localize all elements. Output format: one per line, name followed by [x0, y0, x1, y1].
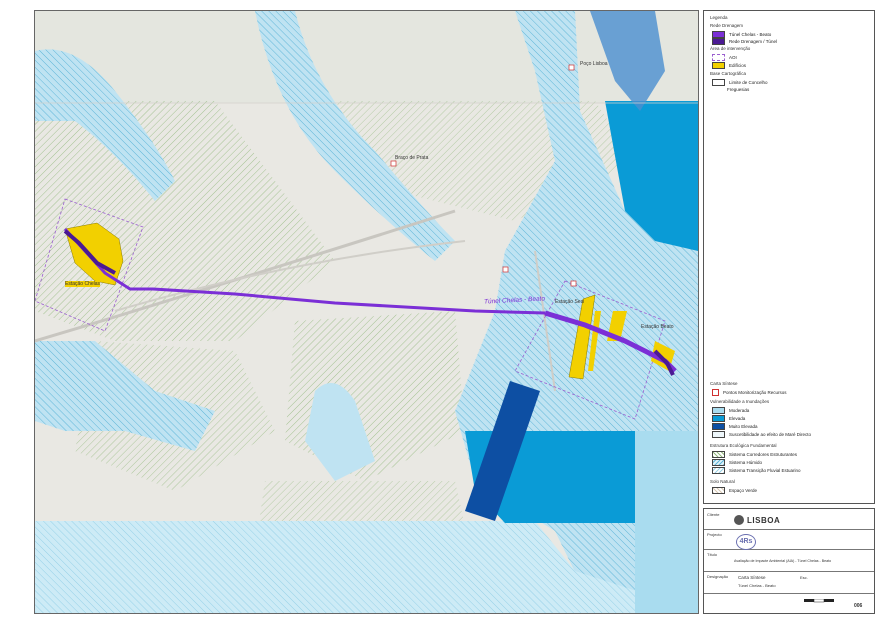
legend-section-header: Solo Natural [710, 479, 735, 484]
legend-swatch [712, 423, 725, 430]
map-svg [35, 11, 698, 613]
legend-swatch [712, 431, 725, 438]
legend-item-label: Rede Drenagem / Túnel [729, 39, 777, 44]
drawing-label: Designação [707, 574, 729, 579]
legend-item-label: AOI [729, 55, 737, 60]
title-text: Avaliação de Impacte Ambiental (AIA) - T… [734, 559, 832, 563]
legend-section-header: Área de intervenção [710, 46, 751, 51]
legend-swatch [712, 79, 725, 86]
legend-item-label: Freguesias [727, 87, 750, 92]
legend-panel: Legenda Rede Drenagem Túnel Chelas - Bea… [703, 10, 875, 504]
legend-item-label: Elevada [729, 416, 746, 421]
legend-item-label: Suscetibilidade ao efeito de Maré Direct… [729, 432, 812, 437]
legend-section-header: Base Cartográfica [710, 71, 747, 76]
map-canvas[interactable]: Estação Chelas Estação Beato Braço de Pr… [34, 10, 699, 614]
legend-section-header: Vulnerabilidade a Inundações [710, 399, 770, 404]
title-block: Cliente Projecto Título Avaliação de Imp… [703, 508, 875, 614]
legend-section-header: Carta Síntese [710, 381, 738, 386]
legend-item-label: Sistema Transição Fluvial Estuarino [729, 468, 801, 473]
legend-item-label: Limite de Concelho [729, 80, 768, 85]
map-label-beato: Estação Beato [641, 324, 674, 330]
legend-item-label: Túnel Chelas - Beato [729, 32, 772, 37]
sheet-text: Túnel Chelas - Beato [738, 583, 776, 588]
scale-label: Esc. [800, 575, 808, 580]
legend-item-label: Moderada [729, 408, 750, 413]
legend-section-header: Estrutura Ecológica Fundamental [710, 443, 777, 448]
project-label: Projecto [707, 532, 722, 537]
legend-swatch [712, 451, 725, 458]
scale-bar [804, 599, 834, 603]
drawing-text: Carta Síntese [738, 575, 766, 580]
legend-item-label: Edifícios [729, 63, 747, 68]
legend-swatch [712, 38, 725, 45]
legend-swatch [712, 459, 725, 466]
map-label-poco: Poço Lisboa [580, 61, 608, 67]
legend-swatch [712, 407, 725, 414]
sheet-number: 006 [854, 603, 863, 609]
legend-swatch [712, 487, 725, 494]
title-label: Título [707, 552, 718, 557]
map-sheet: Estação Chelas Estação Beato Braço de Pr… [0, 0, 884, 625]
legend-item-label: Espaço Verde [729, 488, 758, 493]
legend-swatch [712, 467, 725, 474]
legend-swatch [712, 415, 725, 422]
map-label-chelas: Estação Chelas [65, 281, 101, 287]
legend-swatch [712, 62, 725, 69]
rs-logo: 4Rs [736, 534, 756, 550]
legend-item-label: Muito Elevada [729, 424, 758, 429]
lisboa-logo: LISBOA [734, 515, 780, 525]
legend-item-label: Sistema Húmido [729, 460, 763, 465]
map-label-sesi: Estação Sesi [555, 299, 585, 305]
legend-swatch [712, 31, 725, 38]
legend-item-label: Sistema Corredores Estruturantes [729, 452, 798, 457]
legend-title: Legenda [710, 15, 728, 20]
client-label: Cliente [707, 512, 720, 517]
pin-icon [712, 389, 719, 396]
legend-swatch [712, 87, 723, 92]
legend-swatch [712, 54, 725, 61]
lisboa-emblem-icon [734, 515, 744, 525]
lisboa-logo-text: LISBOA [747, 515, 781, 525]
map-label-braco: Braço de Prata [395, 155, 429, 161]
legend-item-label: Pontos Monitorização Recursos [723, 390, 787, 395]
legend-section-header: Rede Drenagem [710, 23, 744, 28]
